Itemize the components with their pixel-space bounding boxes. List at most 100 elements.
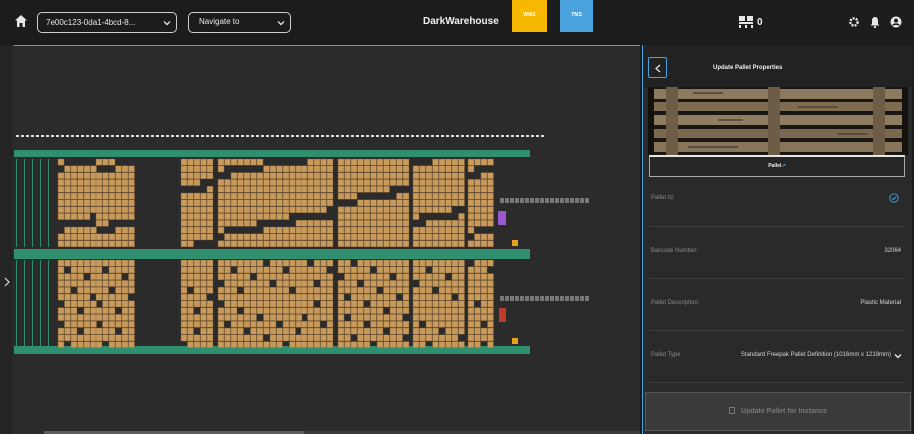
gear-icon[interactable]: [848, 16, 860, 28]
pallet-slot: [263, 192, 270, 200]
conveyor-segment: [545, 296, 549, 301]
account-icon[interactable]: [890, 16, 902, 28]
pallet-slot: [250, 327, 257, 335]
pallet-slot: [320, 341, 327, 349]
pallet-slot: [276, 307, 283, 315]
wms-button[interactable]: WMS: [512, 0, 547, 32]
pallet-slot: [402, 266, 410, 274]
tab-pallet[interactable]: Pallet↗: [649, 155, 905, 177]
pallet-slot: [451, 307, 459, 315]
pallet-slot: [480, 219, 488, 227]
pallet-slot: [95, 192, 103, 200]
pallet-slot: [187, 233, 194, 241]
pallet-slot: [77, 273, 84, 281]
pallet-slot: [313, 233, 321, 241]
pallet-slot: [451, 280, 459, 287]
pallet-slot: [102, 259, 109, 267]
pallet-slot: [480, 273, 488, 281]
pallet-type-select[interactable]: Standard Freepak Pallet Definition (1016…: [741, 352, 891, 358]
pallet-slot: [300, 334, 308, 342]
pallet-slot: [467, 341, 475, 349]
warehouse-layout-viewport[interactable]: [14, 45, 640, 434]
pallet-slot: [108, 179, 116, 186]
pallet-slot: [363, 341, 371, 349]
navigate-to-select[interactable]: Navigate to: [188, 12, 291, 33]
chevron-right-icon[interactable]: [3, 277, 11, 287]
pallet-slot: [402, 199, 410, 207]
pallet-slot: [467, 192, 475, 200]
pallet-slot: [432, 341, 439, 349]
pallet-slot: [337, 158, 345, 166]
pallet-slot: [269, 165, 277, 173]
pallet-slot: [224, 266, 231, 274]
pallet-slot: [83, 341, 91, 349]
pallet-slot: [102, 334, 109, 342]
property-row-pallet-id: Pallet Id:: [649, 181, 905, 227]
pallet-slot: [250, 341, 257, 349]
pallet-slot: [83, 327, 91, 335]
home-icon[interactable]: [14, 14, 28, 28]
pallet-slot: [200, 293, 207, 301]
layout-marker: [271, 135, 274, 137]
layout-marker: [511, 135, 514, 137]
pallet-slot: [425, 280, 433, 287]
pallet-slot: [256, 259, 264, 267]
pallet-slot: [83, 314, 91, 321]
pallet-slot: [206, 199, 214, 207]
pallet-slot: [95, 185, 103, 193]
pallet-slot: [445, 219, 452, 227]
pallet-slot: [383, 185, 390, 193]
pallet-slot: [425, 286, 433, 294]
bell-icon[interactable]: [869, 16, 881, 28]
pallet-slot: [451, 192, 459, 200]
property-label: Barcode Number:: [651, 248, 699, 254]
pallet-slot: [307, 158, 314, 166]
warehouse-select[interactable]: 7e00c123-0da1-4bcd-8...: [37, 12, 177, 33]
pallet-slot: [77, 185, 84, 193]
pallet-slot: [458, 219, 465, 227]
pallet-slot: [108, 185, 116, 193]
pallet-slot: [193, 259, 201, 267]
pallet-slot: [300, 307, 308, 315]
pallet-slot: [102, 219, 109, 227]
pallet-slot: [108, 233, 116, 241]
pallet-slot: [451, 334, 459, 342]
pallet-slot: [307, 266, 314, 274]
pallet-slot: [396, 300, 403, 308]
pallet-slot: [320, 179, 327, 186]
pallet-slot: [300, 321, 308, 328]
pallet-slot: [402, 327, 410, 335]
property-row-pallet-type[interactable]: Pallet Type Standard Freepak Pallet Defi…: [649, 331, 905, 383]
chevron-down-icon[interactable]: [894, 353, 902, 360]
layout-marker: [426, 135, 429, 137]
pallet-slot: [487, 219, 494, 227]
pallet-slot: [320, 307, 327, 315]
pallet-counter[interactable]: 0: [739, 15, 763, 29]
save-icon: [729, 407, 736, 414]
pallet-slot: [432, 266, 439, 274]
update-pallet-button[interactable]: Update Pallet for Instance: [645, 392, 911, 431]
back-button[interactable]: [648, 57, 667, 78]
pallet-slot: [77, 266, 84, 274]
pallet-slot: [121, 206, 129, 214]
pallet-slot: [326, 293, 334, 301]
pallet-photo: [648, 87, 908, 155]
warehouse-layout[interactable]: [14, 46, 640, 434]
pallet-slot: [180, 206, 188, 214]
pallet-slot: [217, 327, 225, 335]
tms-button[interactable]: TMS: [560, 0, 593, 32]
pallet-slot: [289, 280, 296, 287]
pallet-slot: [326, 226, 334, 234]
pallet-slot: [313, 314, 321, 321]
pallet-slot: [263, 341, 270, 349]
pallet-slot: [83, 280, 91, 287]
pallet-slot: [206, 286, 214, 294]
pallet-slot: [217, 158, 225, 166]
pallet-slot: [230, 314, 238, 321]
pallet-slot: [363, 293, 371, 301]
pallet-slot: [77, 280, 84, 287]
pallet-slot: [357, 286, 364, 294]
pallet-slot: [419, 199, 426, 207]
pallet-slot: [307, 293, 314, 301]
pallet-slot: [193, 293, 201, 301]
